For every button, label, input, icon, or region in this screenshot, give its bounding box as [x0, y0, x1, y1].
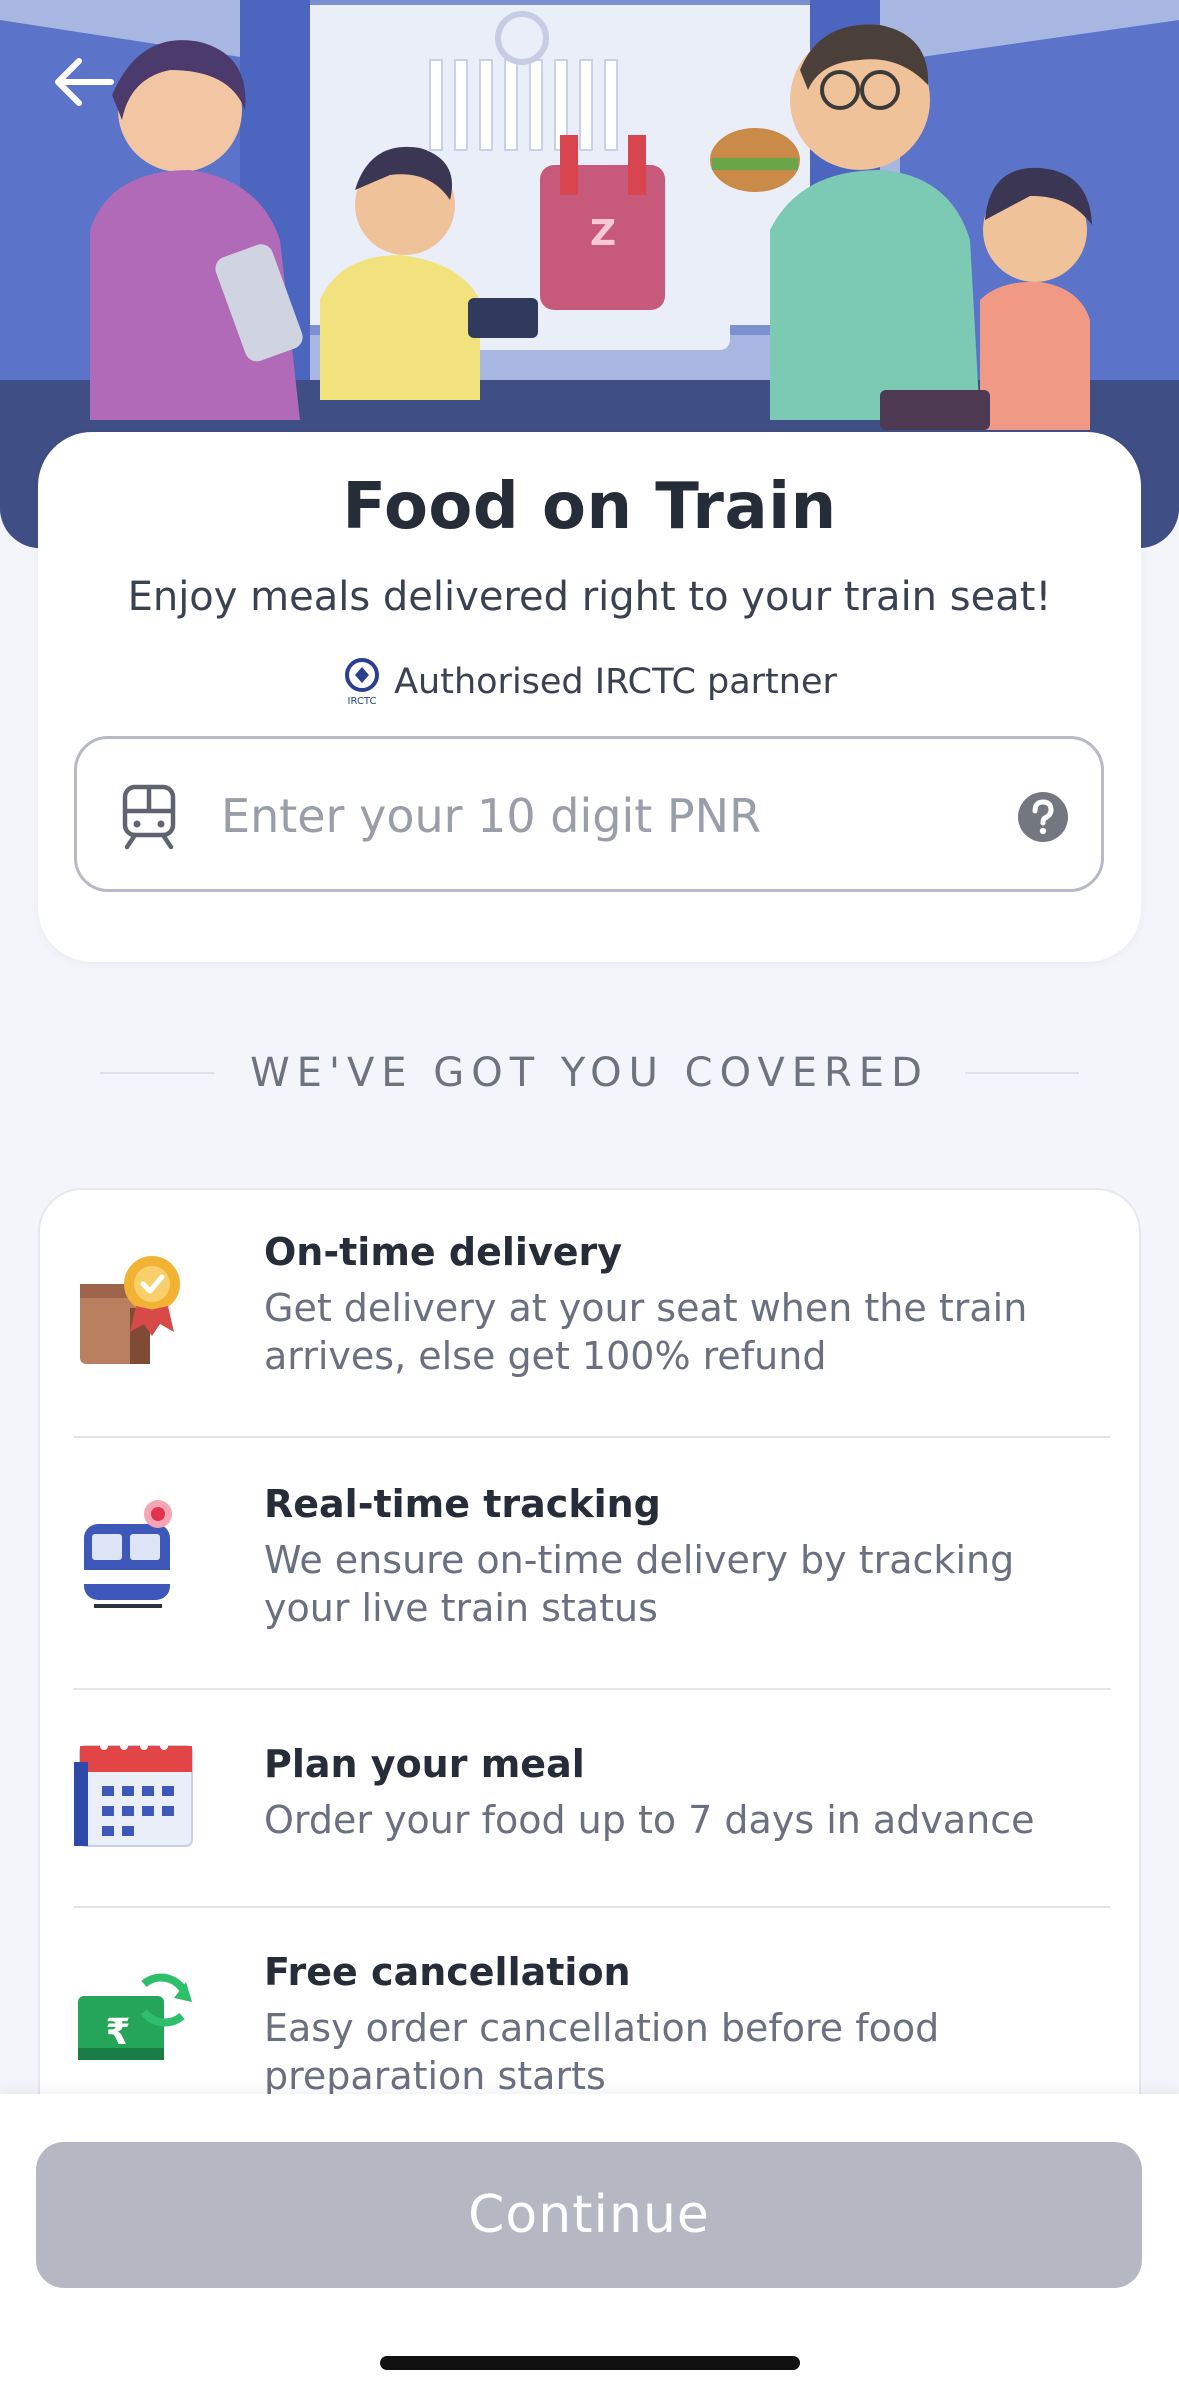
partner-badge: IRCTC Authorised IRCTC partner [38, 657, 1141, 707]
pnr-field[interactable] [74, 736, 1104, 892]
svg-text:₹: ₹ [105, 2012, 130, 2053]
svg-text:IRCTC: IRCTC [348, 696, 377, 707]
arrow-left-icon [55, 58, 114, 106]
feature-item: Plan your meal Order your food up to 7 d… [74, 1742, 1110, 1862]
feature-title: Free cancellation [264, 1950, 631, 1994]
home-indicator [380, 2356, 800, 2370]
partner-text: Authorised IRCTC partner [394, 662, 837, 702]
divider-left [100, 1072, 215, 1074]
feature-title: Plan your meal [264, 1742, 585, 1786]
section-heading-label: WE'VE GOT YOU COVERED [250, 1050, 929, 1096]
pnr-card: Food on Train Enjoy meals delivered righ… [38, 432, 1141, 962]
svg-text:Z: Z [590, 213, 616, 254]
continue-button[interactable]: Continue [36, 2142, 1142, 2288]
feature-title: Real-time tracking [264, 1482, 661, 1526]
irctc-logo-icon: IRCTC [345, 658, 380, 707]
train-tracking-icon [84, 1500, 172, 1608]
help-icon[interactable] [1017, 791, 1069, 843]
feature-description: Order your food up to 7 days in advance [264, 1798, 1035, 1842]
divider-right [964, 1072, 1079, 1074]
divider [74, 1436, 1110, 1438]
pnr-input[interactable] [219, 775, 1023, 857]
back-button[interactable] [36, 34, 132, 130]
feature-description: Easy order cancellation before food prep… [264, 2006, 940, 2098]
train-icon [122, 784, 176, 850]
feature-item: ₹ Free cancellation Easy order cancellat… [74, 1950, 1110, 2110]
section-heading: WE'VE GOT YOU COVERED [100, 1048, 1079, 1098]
calendar-icon [74, 1742, 193, 1847]
refund-cash-icon: ₹ [78, 1973, 192, 2060]
delivery-bag-badge-icon [80, 1256, 180, 1364]
feature-description: Get delivery at your seat when the train… [264, 1286, 1028, 1378]
divider [74, 1688, 1110, 1690]
page-title: Food on Train [342, 470, 837, 544]
features-list: On-time delivery Get delivery at your se… [38, 1188, 1141, 2188]
bottom-bar: Continue [0, 2094, 1179, 2396]
feature-title: On-time delivery [264, 1230, 622, 1274]
feature-item: On-time delivery Get delivery at your se… [74, 1230, 1110, 1400]
feature-description: We ensure on-time delivery by tracking y… [264, 1538, 1015, 1630]
feature-item: Real-time tracking We ensure on-time del… [74, 1482, 1110, 1652]
divider [74, 1906, 1110, 1908]
page-subtitle: Enjoy meals delivered right to your trai… [127, 574, 1052, 620]
